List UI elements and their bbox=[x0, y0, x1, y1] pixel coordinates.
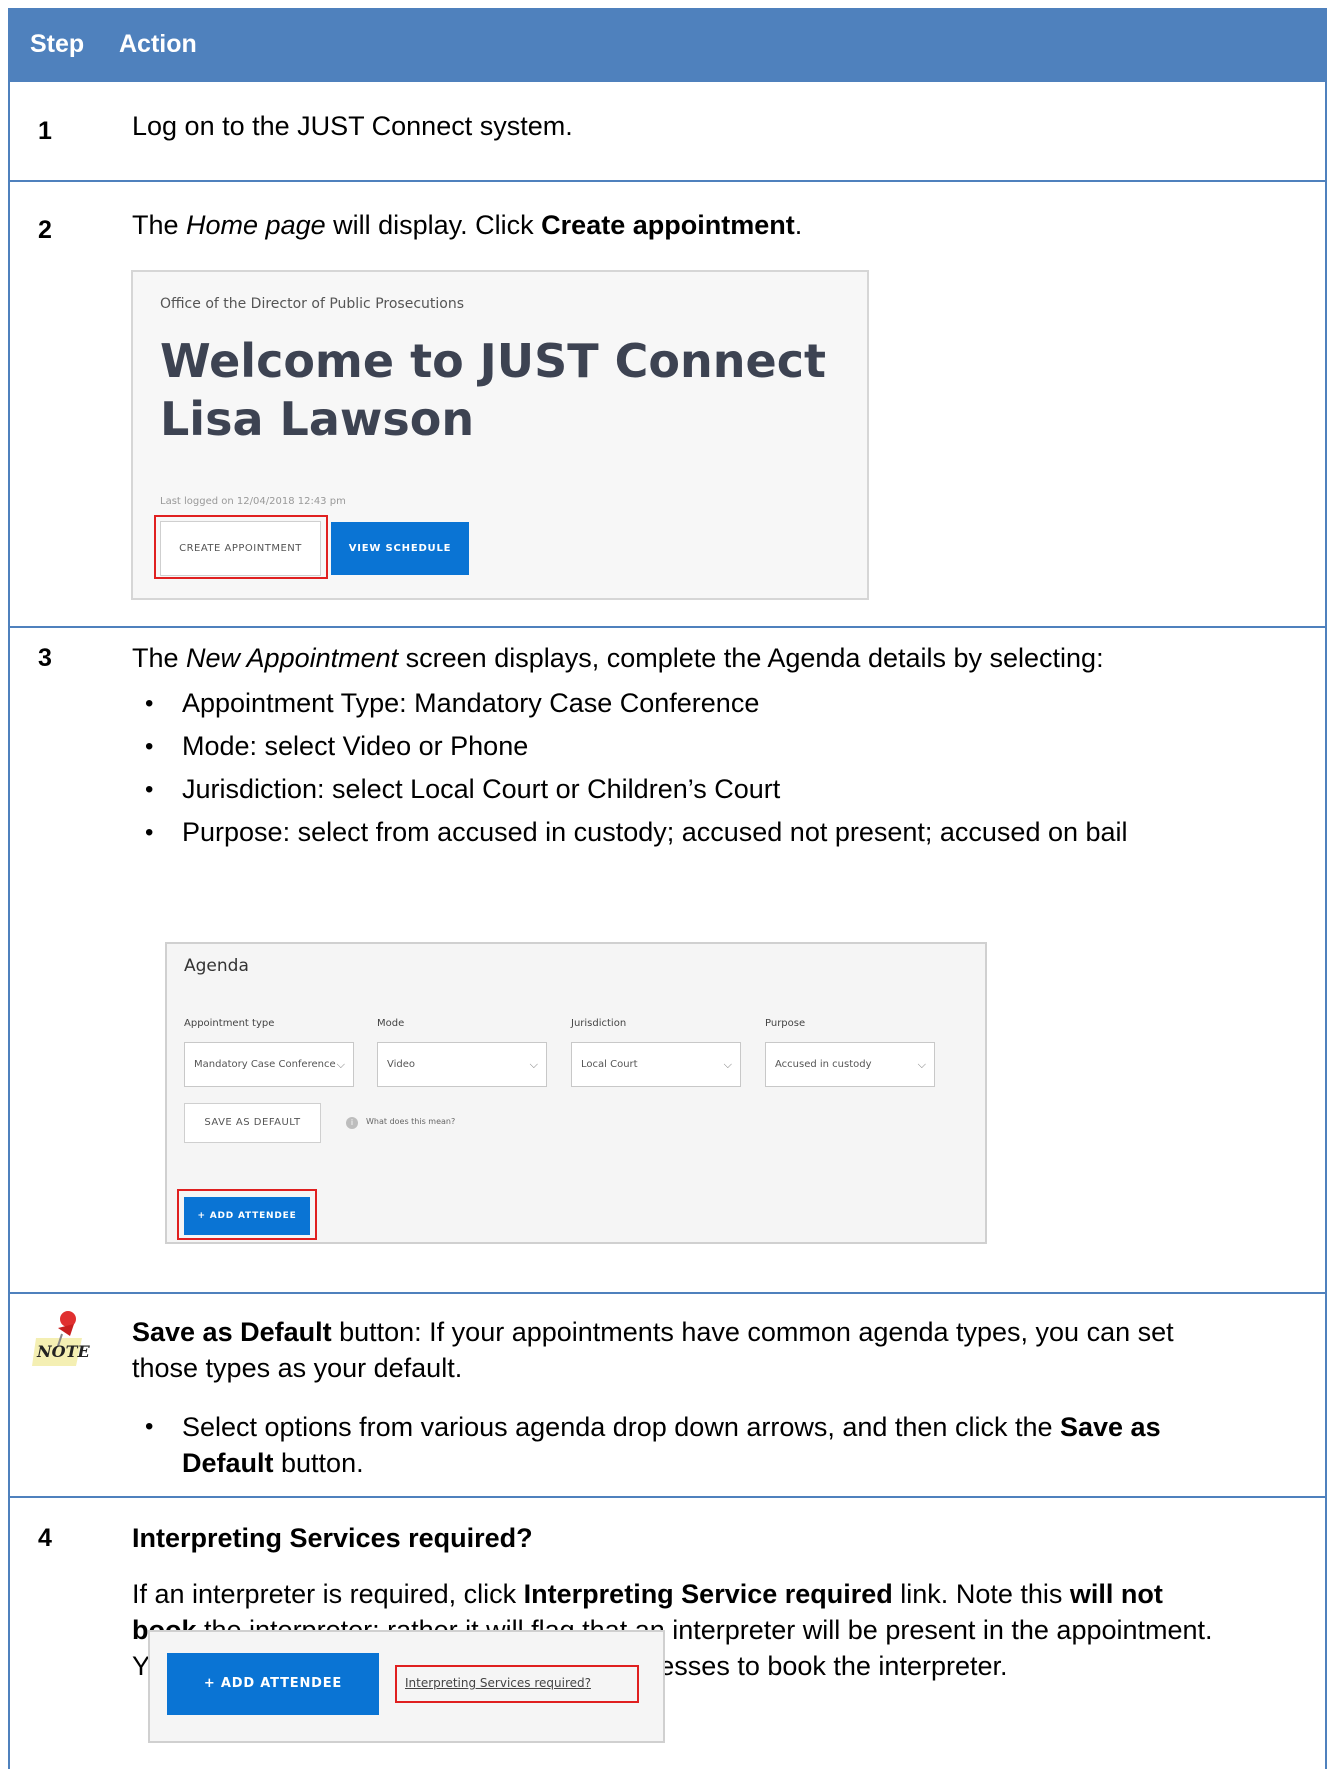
step-row-1: 1 Log on to the JUST Connect system. bbox=[8, 82, 1327, 182]
purpose-select[interactable]: Accused in custody ⌵ bbox=[765, 1042, 935, 1087]
step-text: The Home page will display. Click Create… bbox=[132, 210, 803, 240]
note-text: Save as Default button: If your appointm… bbox=[132, 1317, 1174, 1383]
agenda-title: Agenda bbox=[184, 956, 249, 976]
note-row: NOTE Save as Default button: If your app… bbox=[8, 1294, 1327, 1498]
step-number: 2 bbox=[38, 216, 52, 244]
highlight-box bbox=[177, 1189, 317, 1240]
header-step: Step bbox=[30, 30, 85, 58]
agenda-bullet-list: Appointment Type: Mandatory Case Confere… bbox=[132, 682, 1128, 854]
list-item: Jurisdiction: select Local Court or Chil… bbox=[132, 768, 1128, 811]
note-bullet: • Select options from various agenda dro… bbox=[145, 1412, 1161, 1478]
chevron-down-icon: ⌵ bbox=[336, 1058, 345, 1071]
jurisdiction-select[interactable]: Local Court ⌵ bbox=[571, 1042, 741, 1087]
highlight-box bbox=[395, 1665, 639, 1703]
label-jurisdiction: Jurisdiction bbox=[571, 1018, 627, 1029]
label-mode: Mode bbox=[377, 1018, 405, 1029]
step-text: The New Appointment screen displays, com… bbox=[132, 643, 1104, 673]
list-item: Appointment Type: Mandatory Case Confere… bbox=[132, 682, 1128, 725]
step-text: Log on to the JUST Connect system. bbox=[132, 111, 573, 141]
step-number: 1 bbox=[38, 117, 52, 145]
label-purpose: Purpose bbox=[765, 1018, 806, 1029]
mode-select[interactable]: Video ⌵ bbox=[377, 1042, 547, 1087]
step-title: Interpreting Services required? bbox=[132, 1523, 533, 1553]
label-appointment-type: Appointment type bbox=[184, 1018, 275, 1029]
info-text[interactable]: What does this mean? bbox=[366, 1117, 455, 1126]
highlight-box bbox=[154, 515, 328, 579]
save-as-default-button[interactable]: SAVE AS DEFAULT bbox=[184, 1103, 321, 1143]
chevron-down-icon: ⌵ bbox=[723, 1058, 732, 1071]
last-logged-text: Last logged on 12/04/2018 12:43 pm bbox=[160, 496, 346, 507]
appointment-type-select[interactable]: Mandatory Case Conference ⌵ bbox=[184, 1042, 354, 1087]
interpreting-screenshot: + ADD ATTENDEE Interpreting Services req… bbox=[148, 1630, 665, 1743]
info-icon[interactable]: i bbox=[346, 1117, 358, 1129]
procedure-table: Step Action 1 Log on to the JUST Connect… bbox=[8, 8, 1327, 1769]
add-attendee-button[interactable]: + ADD ATTENDEE bbox=[167, 1653, 379, 1715]
list-item: Purpose: select from accused in custody;… bbox=[132, 811, 1128, 854]
chevron-down-icon: ⌵ bbox=[917, 1058, 926, 1071]
step-number: 4 bbox=[38, 1524, 52, 1552]
header-action: Action bbox=[119, 30, 197, 58]
list-item: Mode: select Video or Phone bbox=[132, 725, 1128, 768]
org-name: Office of the Director of Public Prosecu… bbox=[160, 296, 465, 312]
step-number: 3 bbox=[38, 644, 52, 672]
note-icon: NOTE bbox=[30, 1310, 90, 1368]
chevron-down-icon: ⌵ bbox=[529, 1058, 538, 1071]
welcome-heading: Welcome to JUST Connect Lisa Lawson bbox=[160, 334, 826, 446]
home-page-screenshot: Office of the Director of Public Prosecu… bbox=[131, 270, 869, 600]
view-schedule-button[interactable]: VIEW SCHEDULE bbox=[331, 522, 469, 575]
table-header: Step Action bbox=[8, 8, 1327, 82]
agenda-screenshot: Agenda Appointment type Mode Jurisdictio… bbox=[165, 942, 987, 1244]
